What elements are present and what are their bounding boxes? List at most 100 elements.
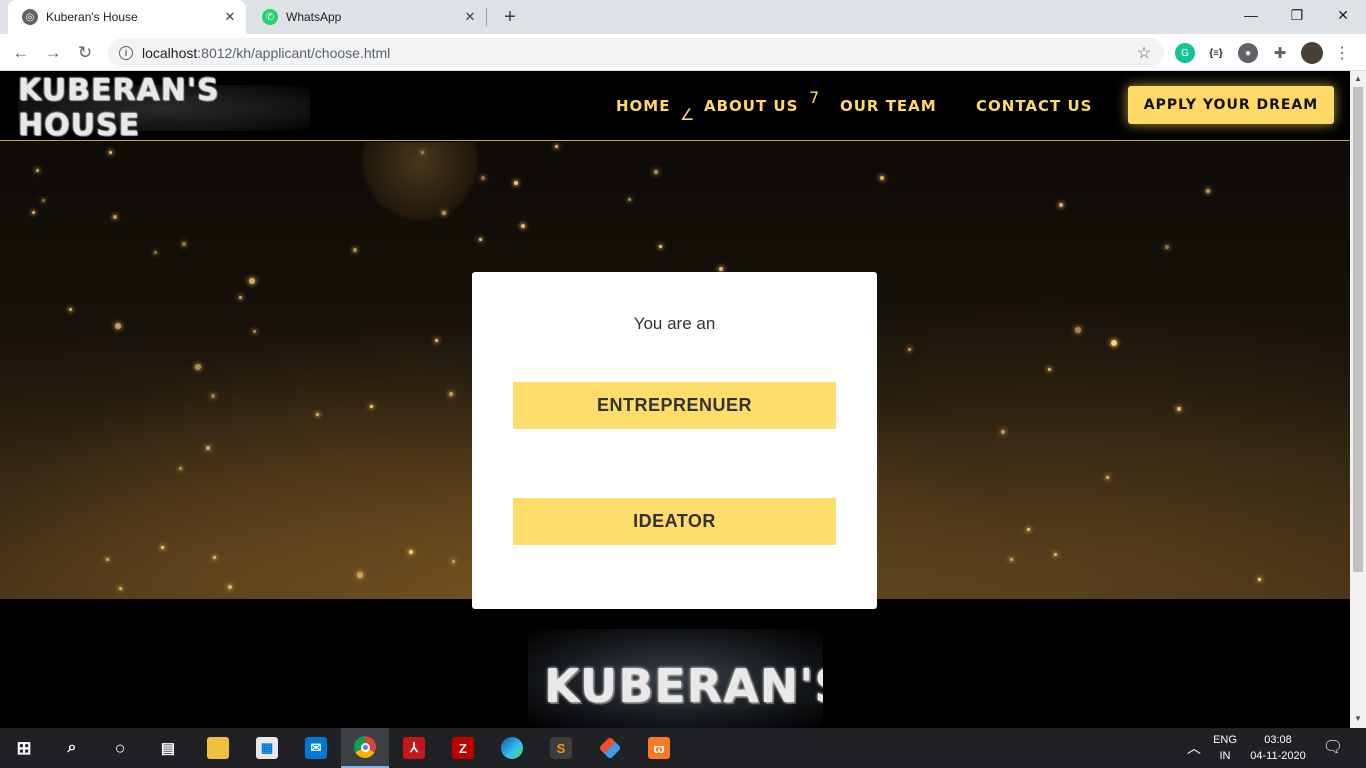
back-button[interactable]: ←: [8, 40, 34, 66]
ideator-button[interactable]: IDEATOR: [513, 498, 836, 545]
extension-circle-icon[interactable]: ●: [1238, 43, 1258, 63]
nav-home[interactable]: HOME: [616, 97, 670, 115]
sparkle-particle: [253, 330, 256, 333]
info-icon[interactable]: i: [119, 45, 133, 60]
sparkle-particle: [880, 176, 884, 180]
acrobat-button[interactable]: ⅄: [390, 728, 438, 768]
bookmark-star-icon[interactable]: ☆: [1132, 43, 1156, 63]
nav-our-team[interactable]: OUR TEAM: [840, 97, 937, 115]
new-tab-button[interactable]: +: [498, 5, 522, 29]
nav-decoration: ∠: [680, 105, 695, 124]
sparkle-particle: [115, 323, 121, 329]
sparkle-particle: [1001, 430, 1005, 434]
xampp-button[interactable]: ϖ: [635, 728, 683, 768]
apply-your-dream-button[interactable]: APPLY YOUR DREAM: [1128, 86, 1334, 124]
sparkle-particle: [659, 245, 662, 248]
restore-button[interactable]: ❐: [1274, 0, 1320, 30]
sparkle-particle: [1048, 368, 1051, 371]
action-center-button[interactable]: 🗨: [1318, 728, 1348, 768]
sparkle-particle: [357, 572, 363, 578]
sparkle-particle: [179, 467, 182, 470]
windows-taskbar: ⊞ ⌕ ○ ▤ ▦ ✉ ⅄ Z S ϖ ︿ ENG IN 03:08 04-11…: [0, 728, 1366, 768]
sparkle-particle: [182, 242, 186, 246]
sparkle-particle: [161, 546, 164, 549]
sparkle-particle: [1054, 553, 1057, 556]
sparkle-particle: [1059, 203, 1063, 207]
show-hidden-icons-button[interactable]: ︿: [1182, 728, 1206, 768]
clock-time: 03:08: [1264, 734, 1292, 746]
close-window-button[interactable]: ✕: [1320, 0, 1366, 30]
cortana-button[interactable]: ○: [96, 728, 144, 768]
mail-button[interactable]: ✉: [292, 728, 340, 768]
sparkle-particle: [1258, 578, 1261, 581]
filezilla-button[interactable]: Z: [439, 728, 487, 768]
site-logo[interactable]: KUBERAN'S HOUSE: [18, 73, 310, 143]
grammarly-extension-icon[interactable]: G: [1175, 43, 1195, 63]
sparkle-particle: [69, 308, 72, 311]
store-button[interactable]: ▦: [243, 728, 291, 768]
sparkle-particle: [32, 211, 35, 214]
task-view-icon: ▤: [160, 740, 176, 757]
close-tab-icon[interactable]: ✕: [460, 7, 480, 27]
sparkle-particle: [908, 348, 911, 351]
nav-contact-us[interactable]: CONTACT US: [976, 97, 1092, 115]
start-button[interactable]: ⊞: [0, 728, 48, 768]
sparkle-particle: [211, 394, 215, 398]
address-bar[interactable]: i localhost:8012/kh/applicant/choose.htm…: [108, 38, 1164, 67]
whatsapp-icon: ✆: [262, 9, 278, 25]
language-code: ENG: [1213, 734, 1237, 746]
tab-bar: ◎ Kuberan's House ✕ ✆ WhatsApp ✕ + — ❐ ✕: [0, 0, 1366, 34]
chrome-button[interactable]: [341, 728, 389, 768]
sparkle-particle: [442, 211, 446, 215]
sublime-text-button[interactable]: S: [537, 728, 585, 768]
page-scrollbar[interactable]: ▲ ▼: [1350, 71, 1366, 728]
tab-separator: [486, 8, 487, 26]
forward-button[interactable]: →: [40, 40, 66, 66]
acrobat-icon: ⅄: [403, 737, 425, 759]
cortana-icon: ○: [114, 737, 126, 758]
folder-icon: [207, 737, 229, 759]
sparkle-particle: [370, 405, 373, 408]
minimize-button[interactable]: —: [1228, 0, 1274, 30]
chevron-up-icon: ︿: [1187, 740, 1201, 756]
tab-kuberans-house[interactable]: ◎ Kuberan's House ✕: [8, 0, 246, 34]
git-button[interactable]: [586, 728, 634, 768]
sparkle-particle: [1111, 340, 1117, 346]
json-extension-icon[interactable]: {≡}: [1206, 43, 1226, 63]
language-indicator[interactable]: ENG IN: [1208, 728, 1242, 768]
close-tab-icon[interactable]: ✕: [220, 7, 240, 27]
url-text[interactable]: localhost:8012/kh/applicant/choose.html: [142, 45, 1132, 61]
clock[interactable]: 03:08 04-11-2020: [1244, 728, 1312, 768]
sparkle-particle: [36, 169, 39, 172]
sparkle-particle: [1177, 407, 1181, 411]
sparkle-particle: [479, 238, 482, 241]
git-icon: [598, 736, 622, 760]
scroll-down-arrow-icon[interactable]: ▼: [1354, 714, 1362, 723]
sparkle-particle: [239, 296, 242, 299]
tab-whatsapp[interactable]: ✆ WhatsApp ✕: [248, 0, 486, 34]
extensions-puzzle-icon[interactable]: ✚: [1270, 43, 1290, 63]
profile-avatar[interactable]: [1301, 42, 1323, 64]
reload-button[interactable]: ↻: [72, 40, 98, 66]
sparkle-particle: [521, 224, 525, 228]
nav-about-us[interactable]: ABOUT US: [704, 97, 798, 115]
sparkle-particle: [353, 248, 357, 252]
browser-toolbar: ← → ↻ i localhost:8012/kh/applicant/choo…: [0, 34, 1366, 71]
scrollbar-thumb[interactable]: [1353, 87, 1363, 572]
mail-icon: ✉: [305, 737, 327, 759]
footer-logo: KUBERAN'S HOUSE: [528, 629, 823, 728]
xampp-icon: ϖ: [648, 737, 670, 759]
sparkle-particle: [249, 278, 255, 284]
file-explorer-button[interactable]: [194, 728, 242, 768]
entrepreneur-button[interactable]: ENTREPRENUER: [513, 382, 836, 429]
edge-button[interactable]: [488, 728, 536, 768]
menu-icon[interactable]: ⋮: [1332, 43, 1352, 63]
scroll-up-arrow-icon[interactable]: ▲: [1354, 74, 1362, 83]
url-host: localhost: [142, 44, 198, 61]
sparkle-particle: [1075, 327, 1081, 333]
search-button[interactable]: ⌕: [48, 728, 96, 768]
sparkle-particle: [1106, 476, 1109, 479]
task-view-button[interactable]: ▤: [144, 728, 192, 768]
sparkle-particle: [654, 170, 658, 174]
notification-icon: 🗨: [1322, 739, 1344, 756]
